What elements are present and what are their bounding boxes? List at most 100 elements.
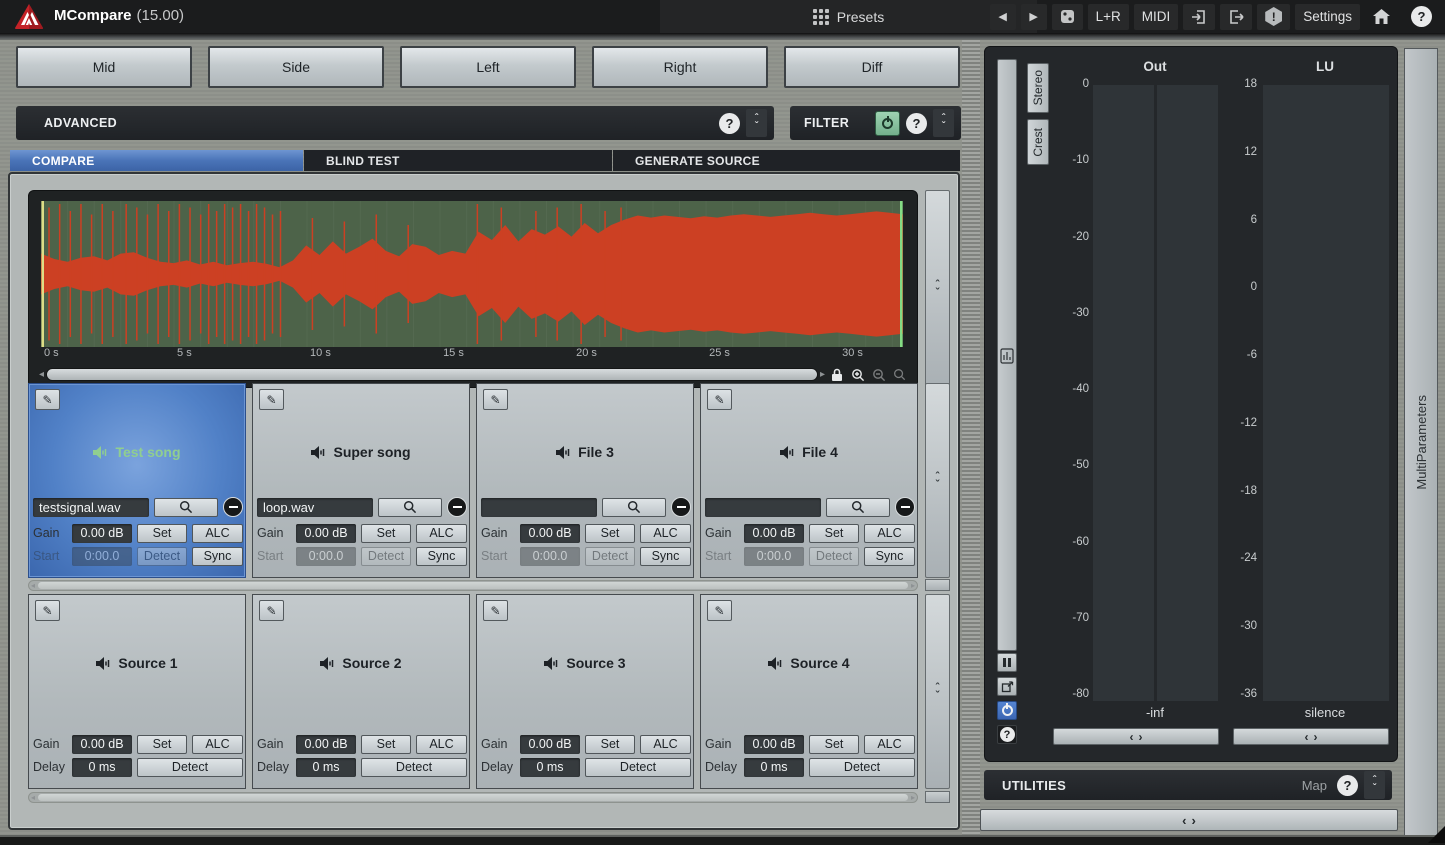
- tab-compare[interactable]: COMPARE: [10, 150, 303, 171]
- start-value[interactable]: 0:00.0: [296, 547, 356, 566]
- set-gain-button[interactable]: Set: [585, 735, 635, 754]
- waveform-panel[interactable]: 0 s5 s10 s15 s20 s25 s30 s ◂ ▸: [28, 190, 918, 388]
- tab-blind-test[interactable]: BLIND TEST: [304, 150, 612, 171]
- eject-file-button[interactable]: [223, 497, 243, 517]
- detect-delay-button[interactable]: Detect: [361, 758, 467, 777]
- source-slot-4[interactable]: ✎Source 4Gain0.00 dBSetALCDelay0 msDetec…: [700, 594, 918, 789]
- eject-file-button[interactable]: [447, 497, 467, 517]
- zoom-lock-button[interactable]: [827, 367, 846, 382]
- eject-file-button[interactable]: [895, 497, 915, 517]
- utilities-slider[interactable]: ‹›: [980, 809, 1398, 831]
- waveform-hscroll-thumb[interactable]: [47, 369, 817, 380]
- alc-button[interactable]: ALC: [192, 735, 243, 754]
- presets-button[interactable]: Presets: [660, 0, 1037, 33]
- sync-button[interactable]: Sync: [416, 547, 467, 566]
- detect-start-button[interactable]: Detect: [585, 547, 635, 566]
- source-row-vscrollbar[interactable]: ˆˇ: [925, 594, 950, 789]
- waveform-hscrollbar[interactable]: [46, 368, 818, 381]
- source-slot-1[interactable]: ✎Source 1Gain0.00 dBSetALCDelay0 msDetec…: [28, 594, 246, 789]
- scroll-right-icon[interactable]: ▸: [911, 582, 915, 590]
- meter-popup-button[interactable]: [997, 677, 1017, 696]
- gain-value[interactable]: 0.00 dB: [520, 735, 580, 754]
- zoom-reset-button[interactable]: [890, 367, 909, 382]
- alc-button[interactable]: ALC: [416, 524, 467, 543]
- source-slot-2[interactable]: ✎Source 2Gain0.00 dBSetALCDelay0 msDetec…: [252, 594, 470, 789]
- midi-button[interactable]: MIDI: [1134, 4, 1179, 30]
- home-button[interactable]: [1365, 4, 1398, 30]
- previous-preset-button[interactable]: ◀: [990, 4, 1016, 30]
- set-gain-button[interactable]: Set: [585, 524, 635, 543]
- detect-start-button[interactable]: Detect: [809, 547, 859, 566]
- file-slot-3[interactable]: ✎File 3Gain0.00 dBSetALCStart0:00.0Detec…: [476, 383, 694, 578]
- detect-delay-button[interactable]: Detect: [809, 758, 915, 777]
- start-value[interactable]: 0:00.0: [520, 547, 580, 566]
- meter-zoom-slider[interactable]: [997, 59, 1017, 651]
- set-gain-button[interactable]: Set: [809, 524, 859, 543]
- set-gain-button[interactable]: Set: [137, 735, 187, 754]
- filter-section-bar[interactable]: FILTER ? ˆˇ: [790, 106, 961, 140]
- set-gain-button[interactable]: Set: [137, 524, 187, 543]
- channel-button-left[interactable]: Left: [400, 46, 576, 88]
- file-slot-4[interactable]: ✎File 4Gain0.00 dBSetALCStart0:00.0Detec…: [700, 383, 918, 578]
- hscroll-thumb[interactable]: [38, 794, 908, 801]
- filter-collapse-button[interactable]: ˆˇ: [933, 109, 954, 137]
- waveform-display[interactable]: [41, 201, 903, 347]
- alc-button[interactable]: ALC: [640, 524, 691, 543]
- multiparameters-panel-toggle[interactable]: MultiParameters: [1404, 48, 1438, 836]
- settings-button[interactable]: Settings: [1295, 4, 1360, 30]
- set-gain-button[interactable]: Set: [809, 735, 859, 754]
- gain-value[interactable]: 0.00 dB: [296, 735, 356, 754]
- alc-button[interactable]: ALC: [864, 735, 915, 754]
- delay-value[interactable]: 0 ms: [744, 758, 804, 777]
- start-value[interactable]: 0:00.0: [72, 547, 132, 566]
- browse-file-button[interactable]: [378, 498, 442, 517]
- alc-button[interactable]: ALC: [416, 735, 467, 754]
- random-preset-button[interactable]: [1052, 4, 1083, 30]
- filename-field[interactable]: testsignal.wav: [33, 498, 149, 517]
- rename-button[interactable]: ✎: [35, 600, 60, 621]
- rename-button[interactable]: ✎: [483, 389, 508, 410]
- eject-file-button[interactable]: [671, 497, 691, 517]
- utilities-section-bar[interactable]: UTILITIES Map ? ˆˇ: [984, 770, 1392, 800]
- scroll-left-icon[interactable]: ◂: [31, 794, 35, 802]
- gain-value[interactable]: 0.00 dB: [744, 735, 804, 754]
- file-row-vscrollbar[interactable]: ˆˇ: [925, 383, 950, 578]
- filename-field[interactable]: [481, 498, 597, 517]
- delay-value[interactable]: 0 ms: [296, 758, 356, 777]
- delay-value[interactable]: 0 ms: [520, 758, 580, 777]
- filename-field[interactable]: [705, 498, 821, 517]
- browse-file-button[interactable]: [826, 498, 890, 517]
- gain-value[interactable]: 0.00 dB: [72, 735, 132, 754]
- set-gain-button[interactable]: Set: [361, 735, 411, 754]
- rename-button[interactable]: ✎: [707, 600, 732, 621]
- file-row-hscrollbar[interactable]: ◂▸: [28, 580, 918, 591]
- rename-button[interactable]: ✎: [707, 389, 732, 410]
- browse-file-button[interactable]: [154, 498, 218, 517]
- tab-crest[interactable]: Crest: [1027, 119, 1049, 165]
- start-value[interactable]: 0:00.0: [744, 547, 804, 566]
- gain-value[interactable]: 0.00 dB: [520, 524, 580, 543]
- gain-value[interactable]: 0.00 dB: [744, 524, 804, 543]
- scrollbar-corner[interactable]: [925, 579, 950, 591]
- detect-delay-button[interactable]: Detect: [585, 758, 691, 777]
- advanced-collapse-button[interactable]: ˆˇ: [746, 109, 767, 137]
- next-preset-button[interactable]: ▶: [1021, 4, 1047, 30]
- gain-value[interactable]: 0.00 dB: [72, 524, 132, 543]
- channel-button-mid[interactable]: Mid: [16, 46, 192, 88]
- scroll-left-icon[interactable]: ◂: [31, 582, 35, 590]
- sync-button[interactable]: Sync: [192, 547, 243, 566]
- set-gain-button[interactable]: Set: [361, 524, 411, 543]
- detect-delay-button[interactable]: Detect: [137, 758, 243, 777]
- alc-button[interactable]: ALC: [192, 524, 243, 543]
- channel-button-side[interactable]: Side: [208, 46, 384, 88]
- browse-file-button[interactable]: [602, 498, 666, 517]
- scroll-right-icon[interactable]: ▸: [820, 370, 825, 380]
- scrollbar-corner[interactable]: [925, 791, 950, 803]
- filter-help-button[interactable]: ?: [906, 113, 927, 134]
- tab-generate-source[interactable]: GENERATE SOURCE: [613, 150, 960, 171]
- out-meter-range-slider[interactable]: ‹›: [1053, 728, 1219, 745]
- zoom-out-button[interactable]: [869, 367, 888, 382]
- hscroll-thumb[interactable]: [38, 582, 908, 589]
- export-settings-button[interactable]: [1220, 4, 1252, 30]
- sync-button[interactable]: Sync: [640, 547, 691, 566]
